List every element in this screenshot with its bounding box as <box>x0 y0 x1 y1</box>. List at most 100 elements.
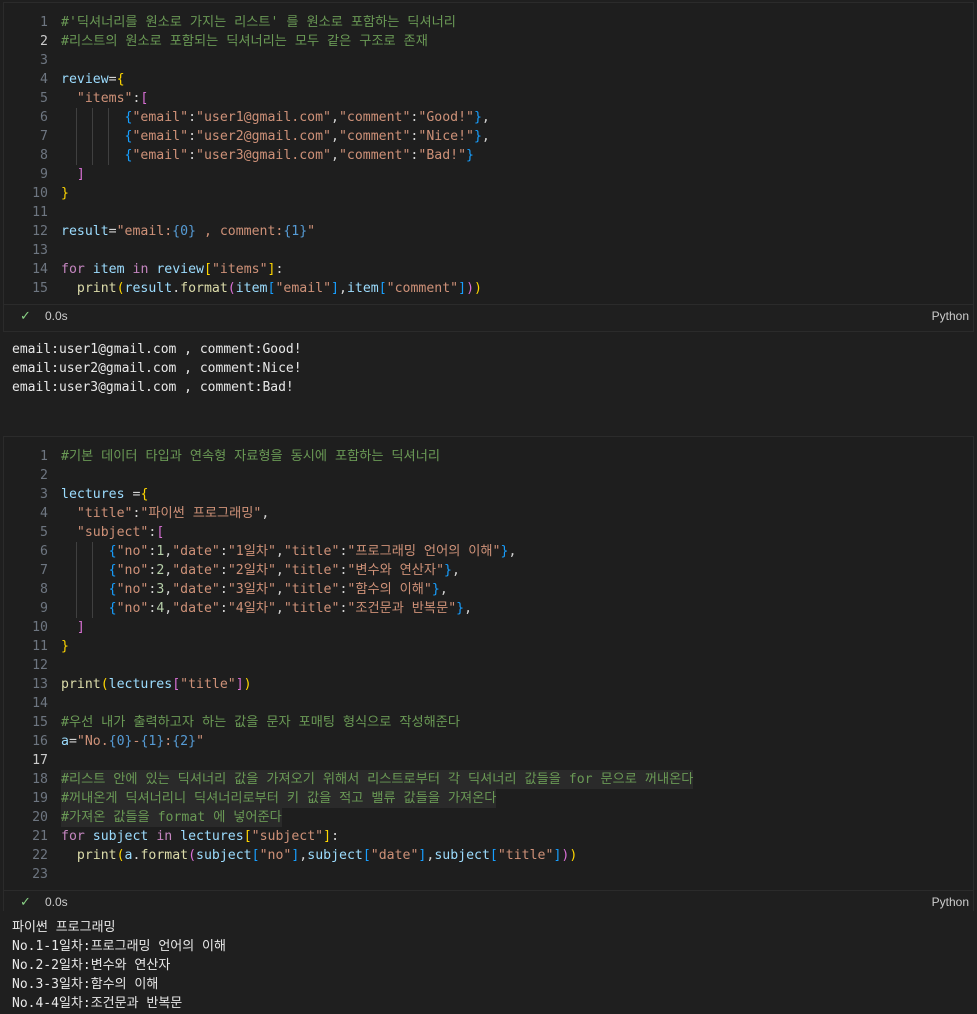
cell-output-2: 파이썬 프로그래밍 No.1-1일차:프로그래밍 언어의 이해 No.2-2일차… <box>12 918 226 1013</box>
language-label[interactable]: Python <box>932 305 969 327</box>
code-text: ] <box>76 167 85 182</box>
code-text: print(lectures["title"]) <box>61 677 252 692</box>
code-text: {"no":4,"date":"4일차","title":"조건문과 반복문"}… <box>108 601 473 616</box>
line-number: 6 <box>40 110 48 125</box>
line-number: 5 <box>40 91 48 106</box>
line-number: 19 <box>32 791 48 806</box>
language-label[interactable]: Python <box>932 891 969 913</box>
code-line[interactable]: 3 lectures ={ <box>4 485 973 504</box>
code-text: #리스트 안에 있는 딕셔너리 값을 가져오기 위해서 리스트로부터 각 딕셔너… <box>61 770 694 789</box>
line-number: 7 <box>40 563 48 578</box>
code-text: for subject in lectures["subject"]: <box>61 829 340 844</box>
code-line[interactable]: 2 #리스트의 원소로 포함되는 딕셔너리는 모두 같은 구조로 존재 <box>4 32 973 51</box>
code-line[interactable]: 18 #리스트 안에 있는 딕셔너리 값을 가져오기 위해서 리스트로부터 각 딕… <box>4 770 973 789</box>
code-line[interactable]: 19 #꺼내온게 딕셔너리니 딕셔너리로부터 키 값을 적고 밸류 값들을 가져온… <box>4 789 973 808</box>
line-number: 20 <box>32 810 48 825</box>
line-number: 8 <box>40 582 48 597</box>
output-line: No.2-2일차:변수와 연산자 <box>12 958 171 973</box>
output-line: email:user3@gmail.com , comment:Bad! <box>12 380 294 395</box>
code-line[interactable]: 5 "items":[ <box>4 89 973 108</box>
code-text: "title":"파이썬 프로그래밍", <box>76 506 270 521</box>
line-number: 21 <box>32 829 48 844</box>
output-line: No.4-4일차:조건문과 반복문 <box>12 996 183 1011</box>
code-text: {"email":"user1@gmail.com","comment":"Go… <box>124 110 490 125</box>
code-line[interactable]: 13 <box>4 241 973 260</box>
code-text: ] <box>76 620 85 635</box>
code-line[interactable]: 15 #우선 내가 출력하고자 하는 값을 문자 포매팅 형식으로 작성해준다 <box>4 713 973 732</box>
line-number: 12 <box>32 224 48 239</box>
code-line[interactable]: 7 {"no":2,"date":"2일차","title":"변수와 연산자"… <box>4 561 973 580</box>
code-line[interactable]: 8 {"no":3,"date":"3일차","title":"함수의 이해"}… <box>4 580 973 599</box>
code-line[interactable]: 12 <box>4 656 973 675</box>
code-text: #'딕셔너리를 원소로 가지는 리스트' 를 원소로 포함하는 딕셔너리 <box>61 15 456 30</box>
line-number: 6 <box>40 544 48 559</box>
line-number: 3 <box>40 487 48 502</box>
line-number: 11 <box>32 205 48 220</box>
line-number: 22 <box>32 848 48 863</box>
code-line[interactable]: 13 print(lectures["title"]) <box>4 675 973 694</box>
line-number: 8 <box>40 148 48 163</box>
code-line[interactable]: 15 print(result.format(item["email"],ite… <box>4 279 973 298</box>
line-number: 2 <box>40 34 48 49</box>
line-number: 23 <box>32 867 48 882</box>
code-line[interactable]: 1 #'딕셔너리를 원소로 가지는 리스트' 를 원소로 포함하는 딕셔너리 <box>4 13 973 32</box>
code-line[interactable]: 1 #기본 데이터 타입과 연속형 자료형을 동시에 포함하는 딕셔너리 <box>4 447 973 466</box>
code-line[interactable]: 8 {"email":"user3@gmail.com","comment":"… <box>4 146 973 165</box>
line-number: 10 <box>32 186 48 201</box>
code-line[interactable]: 9 {"no":4,"date":"4일차","title":"조건문과 반복문… <box>4 599 973 618</box>
code-editor-2[interactable]: 1 #기본 데이터 타입과 연속형 자료형을 동시에 포함하는 딕셔너리 2 3l… <box>4 437 973 890</box>
code-text: {"no":2,"date":"2일차","title":"변수와 연산자"}, <box>108 563 460 578</box>
code-line[interactable]: 7 {"email":"user2@gmail.com","comment":"… <box>4 127 973 146</box>
line-number: 13 <box>32 677 48 692</box>
code-line[interactable]: 10 ] <box>4 618 973 637</box>
code-text: } <box>61 186 69 201</box>
code-line[interactable]: 3 <box>4 51 973 70</box>
cell-status-bar: ✓ 0.0s Python <box>4 304 973 327</box>
code-line[interactable]: 22 print(a.format(subject["no"],subject[… <box>4 846 973 865</box>
code-line[interactable]: 11} <box>4 637 973 656</box>
cell-output-1: email:user1@gmail.com , comment:Good! em… <box>12 340 302 397</box>
code-line[interactable]: 20 #가져온 값들을 format 에 넣어준다 <box>4 808 973 827</box>
code-text: review={ <box>61 72 125 87</box>
code-line[interactable]: 12 result="email:{0} , comment:{1}" <box>4 222 973 241</box>
line-number: 11 <box>32 639 48 654</box>
execution-time: 0.0s <box>45 309 68 323</box>
code-text: {"email":"user2@gmail.com","comment":"Ni… <box>124 129 490 144</box>
code-line[interactable]: 17 <box>4 751 973 770</box>
code-cell-2[interactable]: 1 #기본 데이터 타입과 연속형 자료형을 동시에 포함하는 딕셔너리 2 3l… <box>3 436 974 913</box>
code-line[interactable]: 21 for subject in lectures["subject"]: <box>4 827 973 846</box>
code-line[interactable]: 16 a="No.{0}-{1}:{2}" <box>4 732 973 751</box>
line-number: 5 <box>40 525 48 540</box>
line-number: 4 <box>40 506 48 521</box>
output-line: 파이썬 프로그래밍 <box>12 920 116 935</box>
line-number: 7 <box>40 129 48 144</box>
line-number: 17 <box>32 753 48 768</box>
code-line[interactable]: 2 <box>4 466 973 485</box>
line-number: 3 <box>40 53 48 68</box>
line-number: 9 <box>40 601 48 616</box>
line-number: 18 <box>32 772 48 787</box>
code-cell-1[interactable]: 1 #'딕셔너리를 원소로 가지는 리스트' 를 원소로 포함하는 딕셔너리 2 #… <box>3 2 974 332</box>
code-line[interactable]: 11 <box>4 203 973 222</box>
code-line[interactable]: 4 "title":"파이썬 프로그래밍", <box>4 504 973 523</box>
code-line[interactable]: 9 ] <box>4 165 973 184</box>
code-line[interactable]: 14 <box>4 694 973 713</box>
code-text: #리스트의 원소로 포함되는 딕셔너리는 모두 같은 구조로 존재 <box>61 34 428 49</box>
code-line[interactable]: 14 for item in review["items"]: <box>4 260 973 279</box>
code-line[interactable]: 4 review={ <box>4 70 973 89</box>
code-line[interactable]: 6 {"email":"user1@gmail.com","comment":"… <box>4 108 973 127</box>
code-text: } <box>61 639 69 654</box>
line-number: 15 <box>32 281 48 296</box>
code-text: a="No.{0}-{1}:{2}" <box>61 734 205 749</box>
code-editor-1[interactable]: 1 #'딕셔너리를 원소로 가지는 리스트' 를 원소로 포함하는 딕셔너리 2 #… <box>4 3 973 304</box>
code-text: "subject":[ <box>76 525 165 540</box>
code-text: lectures ={ <box>61 487 149 502</box>
line-number: 1 <box>40 449 48 464</box>
code-line[interactable]: 23 <box>4 865 973 884</box>
line-number: 2 <box>40 468 48 483</box>
line-number: 16 <box>32 734 48 749</box>
code-text: {"email":"user3@gmail.com","comment":"Ba… <box>124 148 474 163</box>
code-line[interactable]: 6 {"no":1,"date":"1일차","title":"프로그래밍 언어… <box>4 542 973 561</box>
code-line[interactable]: 10} <box>4 184 973 203</box>
code-line[interactable]: 5 "subject":[ <box>4 523 973 542</box>
